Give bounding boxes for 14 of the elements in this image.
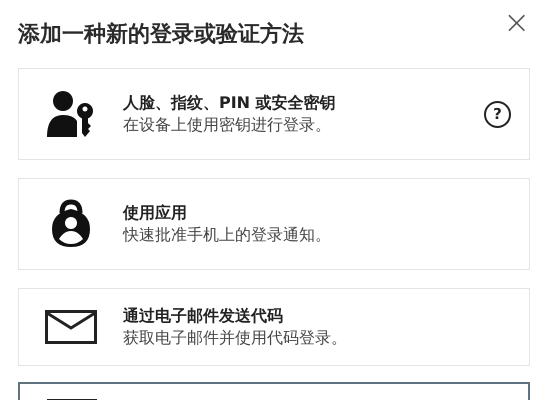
dialog-title: 添加一种新的登录或验证方法 [18,20,304,49]
lock-person-icon [50,199,92,249]
option-description: 快速批准手机上的登录通知。 [123,224,332,246]
envelope-icon [45,310,97,344]
option-title: 通过电子邮件发送代码 [123,305,284,327]
option-card[interactable]: 人脸、指纹、PIN 或安全密钥 在设备上使用密钥进行登录。 ? [18,68,530,160]
option-title: 使用应用 [123,202,188,224]
option-card[interactable]: 使用应用 快速批准手机上的登录通知。 [18,178,530,270]
option-description: 获取电子邮件并使用代码登录。 [123,327,348,349]
close-button[interactable]: × [499,6,530,38]
option-title: 人脸、指纹、PIN 或安全密钥 [123,92,337,114]
help-button[interactable]: ? [484,100,511,128]
option-card[interactable]: 通过电子邮件发送代码 获取电子邮件并使用代码登录。 [18,288,530,366]
option-description: 在设备上使用密钥进行登录。 [123,114,332,136]
